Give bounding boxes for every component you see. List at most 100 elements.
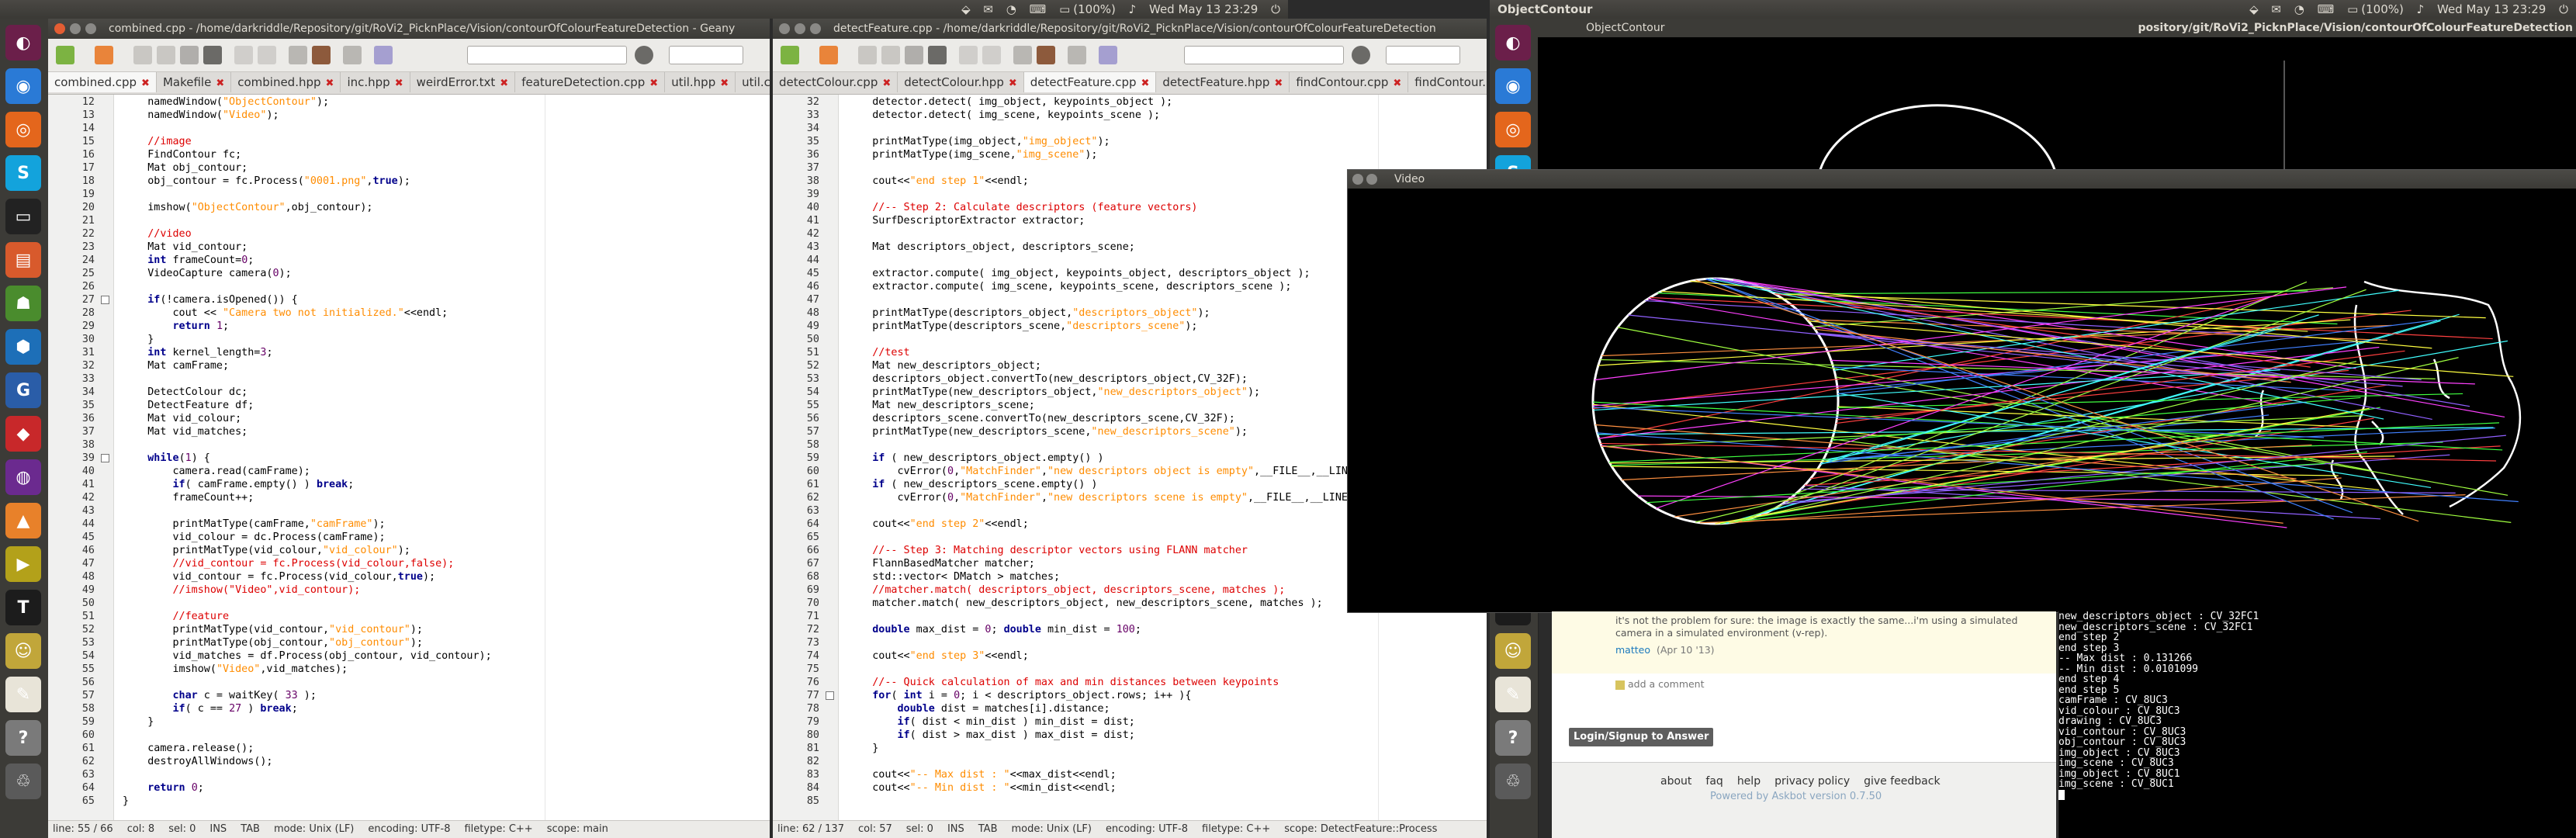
keyboard-icon[interactable]: ⌨ [2318, 2, 2335, 16]
wifi-icon[interactable]: ◔ [2294, 2, 2304, 16]
firefox-icon[interactable]: ◎ [5, 112, 41, 147]
code-line[interactable]: 53 printMatType(obj_contour,"obj_contour… [48, 636, 770, 649]
android-icon[interactable]: ☗ [5, 286, 41, 321]
code-line[interactable]: 33 [48, 372, 770, 386]
color-chooser-icon[interactable] [1099, 46, 1117, 64]
search-input[interactable] [467, 46, 627, 64]
add-comment-link[interactable]: add a comment [1628, 678, 1705, 690]
open-file-icon[interactable] [819, 46, 838, 64]
code-line[interactable]: 33 detector.detect( img_scene, keypoints… [773, 109, 1487, 122]
code-line[interactable]: 80 if( dist > max_dist ) max_dist = dist… [773, 729, 1487, 742]
goto-line-input[interactable] [1386, 46, 1460, 64]
code-line[interactable]: 27 if(!camera.isOpened()) { [48, 293, 770, 306]
code-line[interactable]: 16 FindContour fc; [48, 148, 770, 161]
code-line[interactable]: 78 double dist = matches[i].distance; [773, 702, 1487, 715]
code-line[interactable]: 24 int frameCount=0; [48, 254, 770, 267]
code-line[interactable]: 85 [773, 795, 1487, 808]
code-line[interactable]: 57 char c = waitKey( 33 ); [48, 689, 770, 702]
mail-icon[interactable]: ✉ [2271, 2, 2281, 16]
code-line[interactable]: 28 cout << "Camera two not initialized."… [48, 306, 770, 320]
code-line[interactable]: 14 [48, 122, 770, 135]
close-tab-icon[interactable]: ✖ [1009, 78, 1017, 89]
close-tab-icon[interactable]: ✖ [649, 78, 658, 89]
trash-icon[interactable]: ♲ [5, 764, 41, 799]
close-tab-icon[interactable]: ✖ [1393, 78, 1401, 89]
code-line[interactable]: 25 VideoCapture camera(0); [48, 267, 770, 280]
save-icon[interactable] [133, 46, 152, 64]
system-tray[interactable]: ⬙ ✉ ◔ ⌨ ▭ (100%) ♪ Wed May 13 23:29 ⏻ [952, 2, 1280, 16]
system-tray[interactable]: ⬙ ✉ ◔ ⌨ ▭ (100%) ♪ Wed May 13 23:29 ⏻ [2240, 2, 2568, 16]
code-line[interactable]: 29 return 1; [48, 320, 770, 333]
code-line[interactable]: 50 [48, 597, 770, 610]
code-line[interactable]: 63 [48, 768, 770, 781]
close-file-icon[interactable] [928, 46, 947, 64]
tab-weirderror-txt[interactable]: weirdError.txt ✖ [410, 72, 516, 92]
code-line[interactable]: 64 return 0; [48, 781, 770, 795]
code-line[interactable]: 22 //video [48, 227, 770, 241]
clock[interactable]: Wed May 13 23:29 [1149, 2, 1258, 16]
tab-detectcolour-hpp[interactable]: detectColour.hpp ✖ [898, 72, 1024, 92]
save-all-icon[interactable] [157, 46, 175, 64]
code-line[interactable]: 37 Mat vid_matches; [48, 425, 770, 438]
code-line[interactable]: 44 printMatType(camFrame,"camFrame"); [48, 518, 770, 531]
code-line[interactable]: 43 [48, 504, 770, 518]
code-line[interactable]: 74 cout<<"end step 3"<<endl; [773, 649, 1487, 663]
code-line[interactable]: 35 printMatType(img_object,"img_object")… [773, 135, 1487, 148]
forward-icon[interactable] [258, 46, 276, 64]
code-line[interactable]: 54 vid_matches = df.Process(obj_contour,… [48, 649, 770, 663]
close-tab-icon[interactable]: ✖ [141, 78, 150, 89]
footer-link-privacy-policy[interactable]: privacy policy [1774, 775, 1850, 788]
search-icon[interactable] [635, 46, 653, 64]
code-line[interactable]: 40 camera.read(camFrame); [48, 465, 770, 478]
code-line[interactable]: 65} [48, 795, 770, 808]
tab-featuredetection-cpp[interactable]: featureDetection.cpp ✖ [515, 72, 666, 92]
search-icon[interactable] [1352, 46, 1370, 64]
code-line[interactable]: 19 [48, 188, 770, 201]
tab-detectcolour-cpp[interactable]: detectColour.cpp ✖ [773, 72, 898, 92]
code-line[interactable]: 82 [773, 755, 1487, 768]
geany-icon[interactable]: ▶ [5, 546, 41, 582]
build-icon[interactable] [1037, 46, 1055, 64]
tab-combined-cpp[interactable]: combined.cpp ✖ [48, 72, 157, 92]
clock[interactable]: Wed May 13 23:29 [2437, 2, 2546, 16]
save-all-icon[interactable] [881, 46, 900, 64]
code-line[interactable]: 17 Mat obj_contour; [48, 161, 770, 175]
code-line[interactable]: 83 cout<<"-- Max dist : "<<max_dist<<end… [773, 768, 1487, 781]
virtualbox-icon[interactable]: ⬢ [5, 329, 41, 365]
goto-line-input[interactable] [669, 46, 743, 64]
code-line[interactable]: 18 obj_contour = fc.Process("0001.png",t… [48, 175, 770, 188]
code-line[interactable]: 36 Mat vid_colour; [48, 412, 770, 425]
window-titlebar[interactable]: combined.cpp - /home/darkriddle/Reposito… [48, 19, 770, 39]
maximize-window-button[interactable] [85, 23, 96, 34]
gimp-icon[interactable]: ☺ [5, 633, 41, 669]
tex-icon[interactable]: T [5, 590, 41, 625]
matlab-icon[interactable]: ▲ [5, 503, 41, 538]
wifi-icon[interactable]: ◔ [1006, 2, 1016, 16]
execute-icon[interactable] [1068, 46, 1086, 64]
gimp-icon[interactable]: ☺ [1495, 633, 1531, 669]
redshift-icon[interactable]: ◆ [5, 416, 41, 452]
close-window-button[interactable] [54, 23, 65, 34]
close-tab-icon[interactable]: ✖ [216, 78, 224, 89]
code-line[interactable]: 56 [48, 676, 770, 689]
code-line[interactable]: 35 DetectFeature df; [48, 399, 770, 412]
power-icon[interactable]: ⏻ [2559, 2, 2568, 16]
minimize-window-button[interactable] [1366, 174, 1377, 185]
execute-icon[interactable] [343, 46, 362, 64]
code-line[interactable]: 47 //vid_contour = fc.Process(vid_colour… [48, 557, 770, 570]
login-signup-button[interactable]: Login/Signup to Answer [1569, 728, 1714, 746]
help-icon[interactable]: ? [5, 720, 41, 756]
code-line[interactable]: 34 DetectColour dc; [48, 386, 770, 399]
code-line[interactable]: 31 int kernel_length=3; [48, 346, 770, 359]
footer-link-about[interactable]: about [1660, 775, 1691, 788]
tab-combined-hpp[interactable]: combined.hpp ✖ [231, 72, 341, 92]
code-line[interactable]: 76 //-- Quick calculation of max and min… [773, 676, 1487, 689]
footer-link-faq[interactable]: faq [1705, 775, 1723, 788]
firefox-icon[interactable]: ◎ [1495, 112, 1531, 147]
code-line[interactable]: 21 [48, 214, 770, 227]
code-line[interactable]: 75 [773, 663, 1487, 676]
back-icon[interactable] [959, 46, 978, 64]
new-file-icon[interactable] [56, 46, 74, 64]
close-tab-icon[interactable]: ✖ [500, 78, 508, 89]
tab-util-hpp[interactable]: util.hpp ✖ [665, 72, 736, 92]
